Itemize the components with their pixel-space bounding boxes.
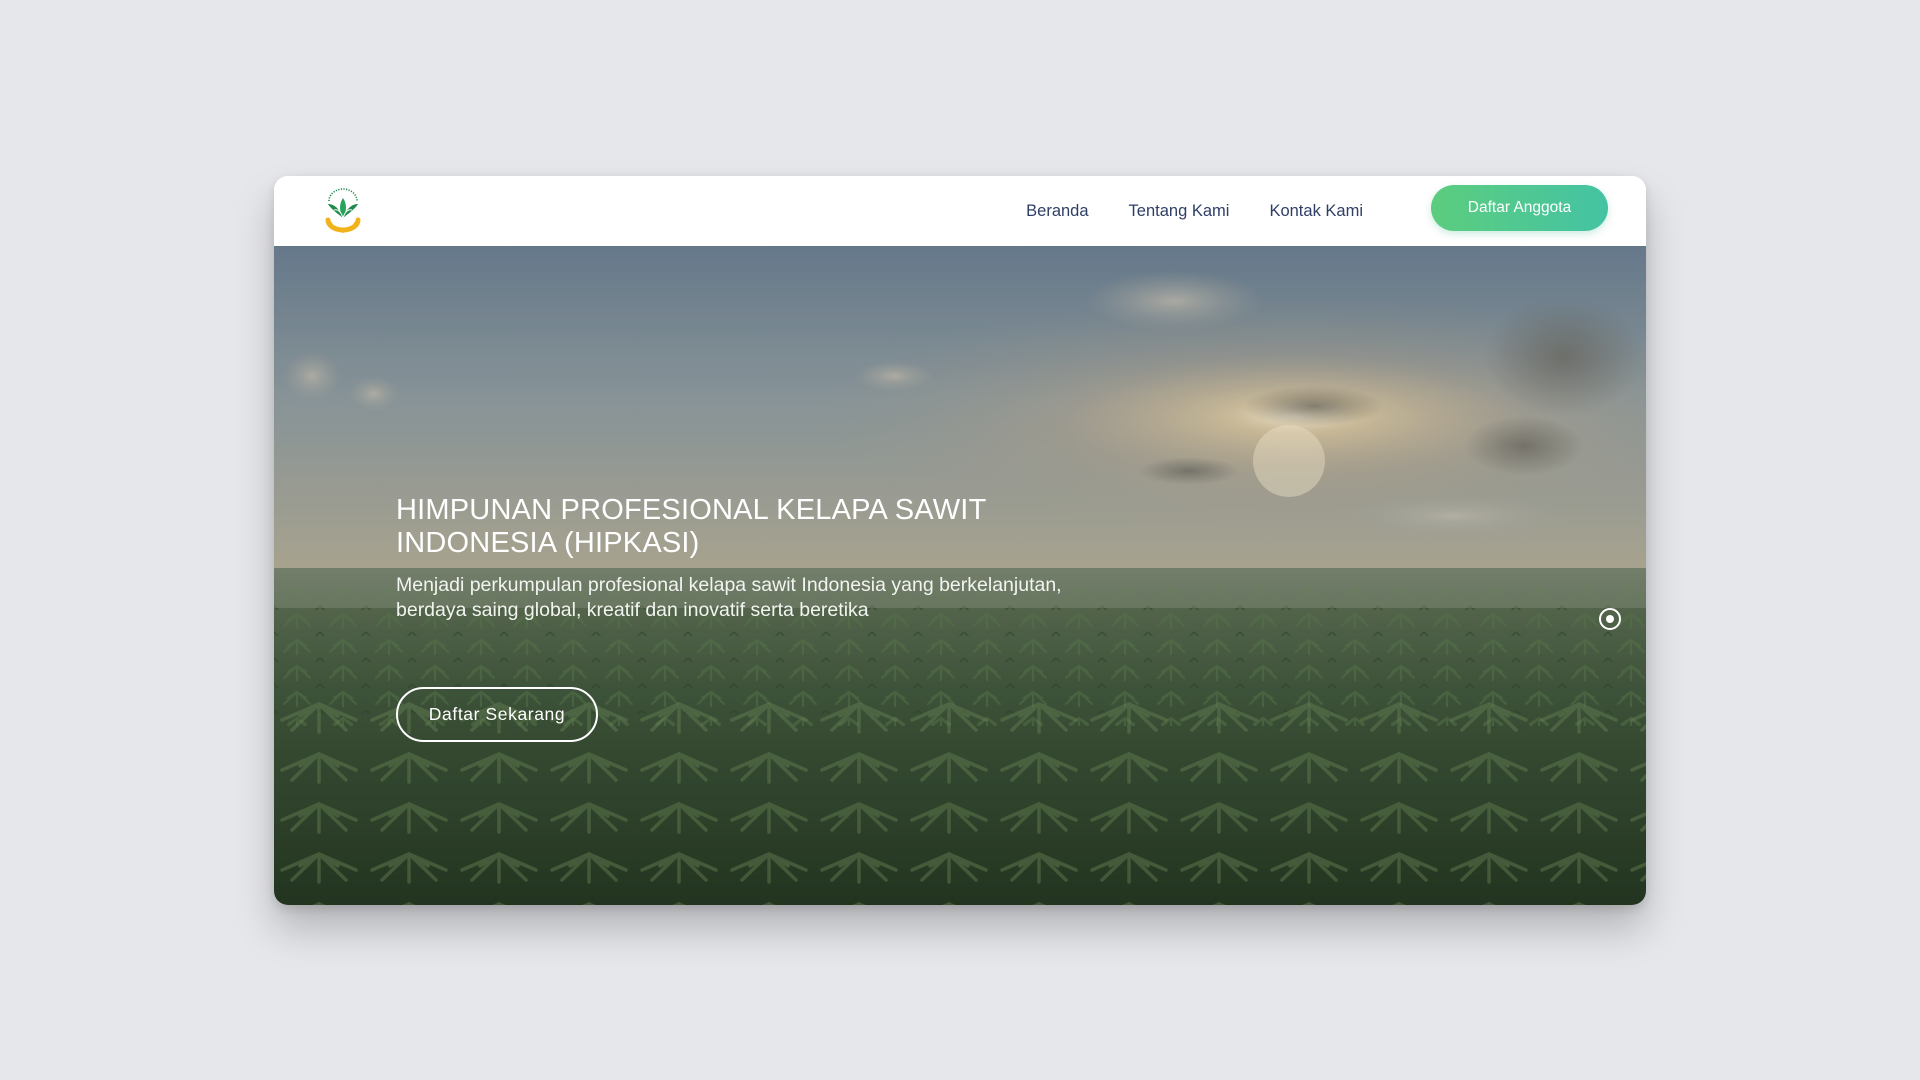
nav-link-beranda[interactable]: Beranda	[1026, 202, 1088, 221]
hero-subtitle: Menjadi perkumpulan profesional kelapa s…	[396, 574, 1062, 621]
navbar: Beranda Tentang Kami Kontak Kami Daftar …	[274, 176, 1646, 246]
main-nav: Beranda Tentang Kami Kontak Kami	[1026, 176, 1363, 246]
hero-section: HIMPUNAN PROFESIONAL KELAPA SAWIT INDONE…	[274, 246, 1646, 905]
browser-window: Beranda Tentang Kami Kontak Kami Daftar …	[274, 176, 1646, 905]
nav-link-kontak-kami[interactable]: Kontak Kami	[1269, 202, 1363, 221]
daftar-sekarang-button[interactable]: Daftar Sekarang	[396, 687, 598, 742]
hero-title: HIMPUNAN PROFESIONAL KELAPA SAWIT INDONE…	[396, 494, 986, 559]
hipkasi-logo-icon[interactable]	[320, 187, 366, 235]
daftar-anggota-button[interactable]: Daftar Anggota	[1431, 185, 1608, 231]
slider-dot-active[interactable]	[1599, 608, 1621, 630]
nav-link-tentang-kami[interactable]: Tentang Kami	[1129, 202, 1230, 221]
slider-dot-indicator-icon	[1606, 615, 1614, 623]
